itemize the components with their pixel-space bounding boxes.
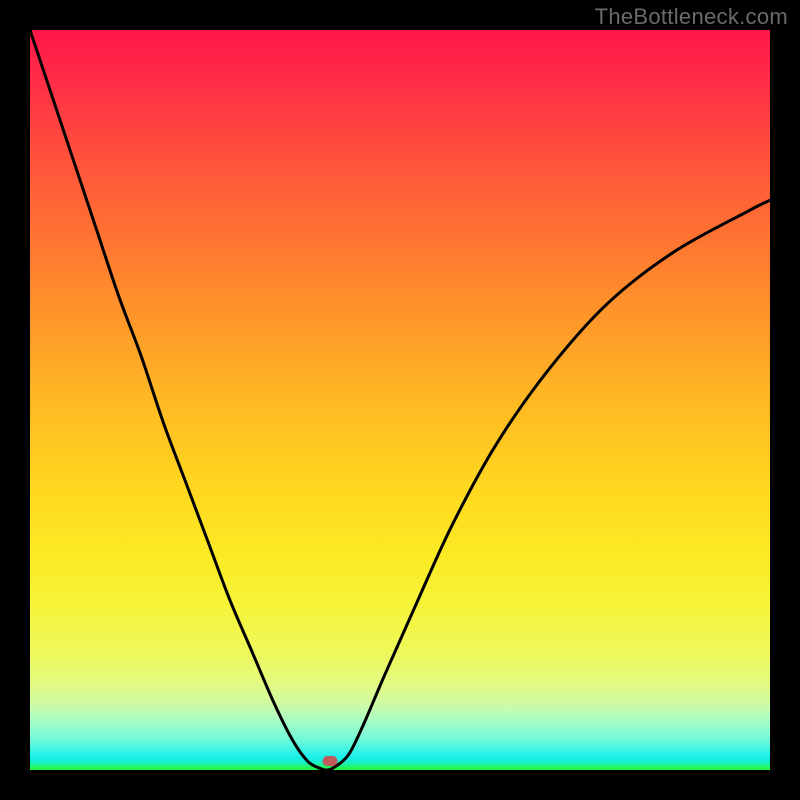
plot-area: [30, 30, 770, 770]
bottleneck-curve: [30, 30, 770, 770]
watermark-text: TheBottleneck.com: [595, 4, 788, 30]
optimal-point-marker: [322, 756, 337, 766]
chart-container: TheBottleneck.com: [0, 0, 800, 800]
